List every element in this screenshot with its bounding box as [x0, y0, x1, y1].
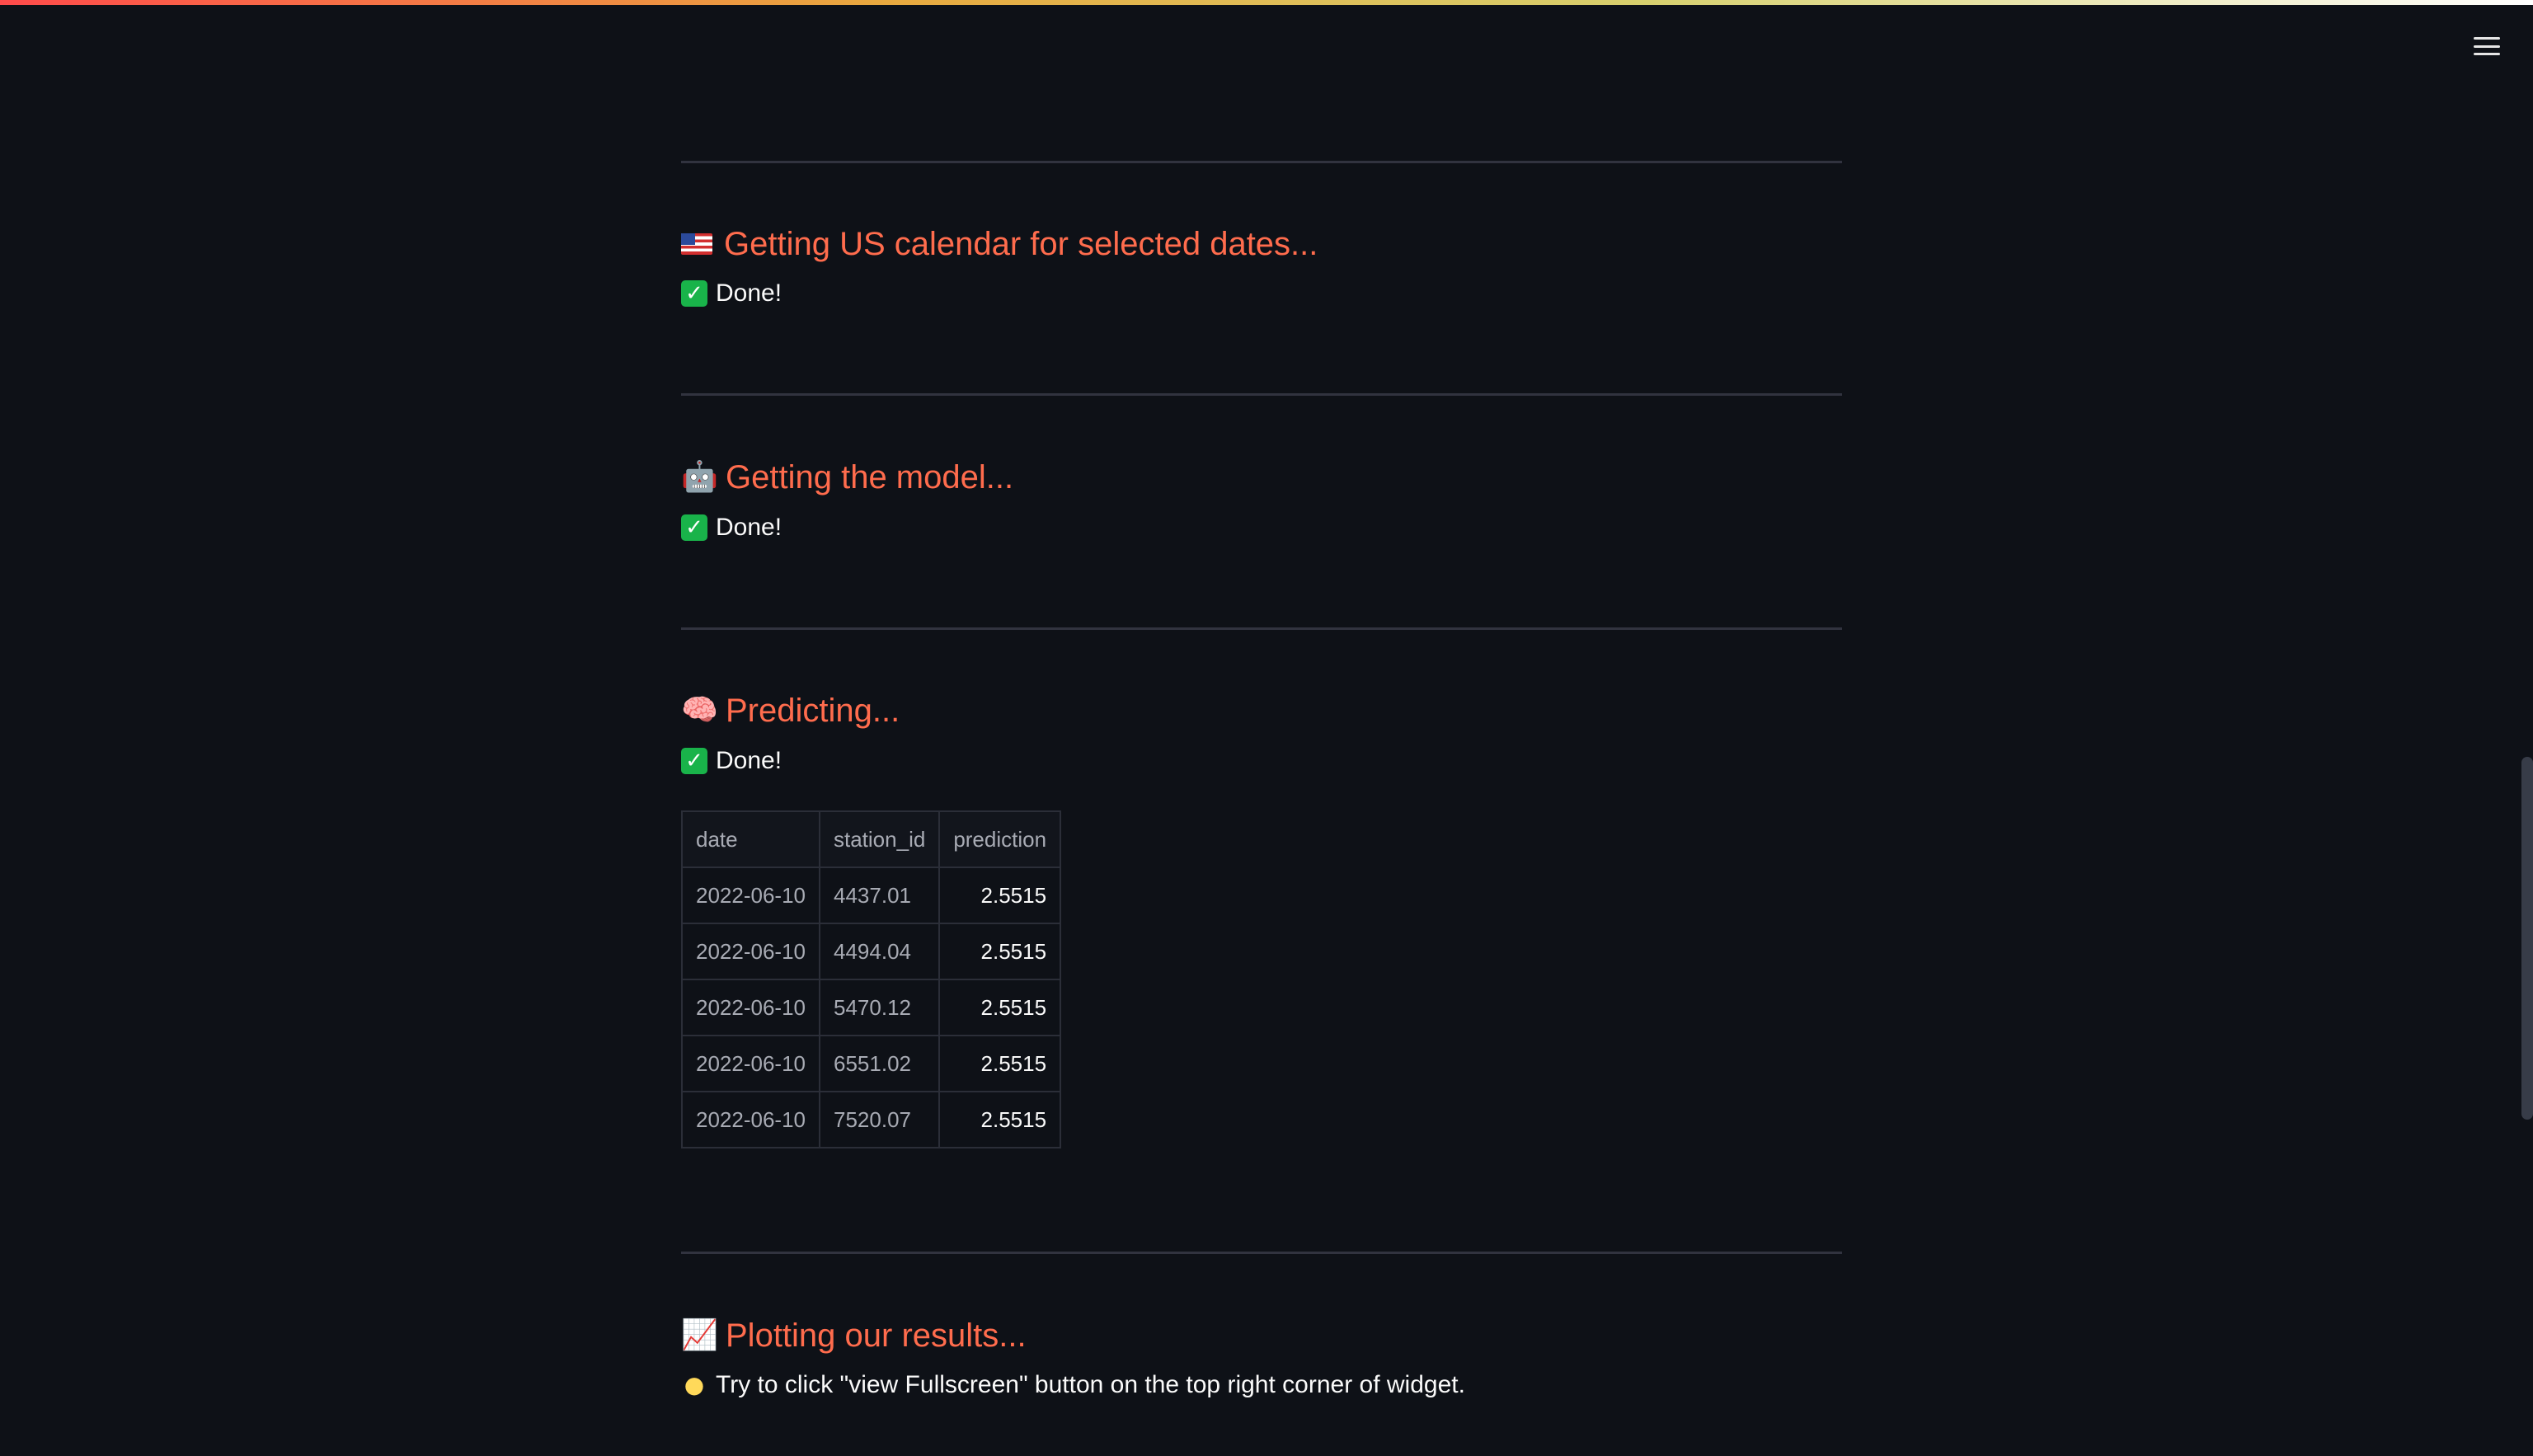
- table-row: 2022-06-10 4494.04 2.5515: [681, 923, 1062, 980]
- predict-status-text: Done!: [716, 747, 782, 774]
- chart-increasing-icon: 📈: [681, 1318, 718, 1352]
- check-mark-icon: ✓: [681, 280, 707, 307]
- model-heading: 🤖 Getting the model...: [681, 458, 1013, 497]
- cell-date[interactable]: 2022-06-10: [681, 923, 820, 980]
- table-header-row: date station_id prediction: [681, 810, 1062, 868]
- plot-heading-text: Plotting our results...: [726, 1317, 1027, 1354]
- column-header-date[interactable]: date: [681, 810, 820, 868]
- cell-date[interactable]: 2022-06-10: [681, 1091, 820, 1148]
- column-header-prediction[interactable]: prediction: [938, 810, 1062, 868]
- section-divider: [681, 627, 1842, 630]
- table-row: 2022-06-10 5470.12 2.5515: [681, 979, 1062, 1036]
- predict-status: ✓ Done!: [681, 744, 782, 777]
- main-menu-button[interactable]: [2460, 25, 2513, 68]
- cell-station-id[interactable]: 4437.01: [818, 867, 941, 924]
- column-header-station-id[interactable]: station_id: [818, 810, 941, 868]
- table-row: 2022-06-10 6551.02 2.5515: [681, 1035, 1062, 1092]
- cell-station-id[interactable]: 7520.07: [818, 1091, 941, 1148]
- model-status: ✓ Done!: [681, 511, 782, 544]
- cell-station-id[interactable]: 4494.04: [818, 923, 941, 980]
- check-mark-icon: ✓: [681, 514, 707, 541]
- light-bulb-icon: ●: [684, 1371, 705, 1398]
- cell-prediction[interactable]: 2.5515: [938, 923, 1062, 980]
- calendar-heading: Getting US calendar for selected dates..…: [681, 224, 1318, 264]
- calendar-status-text: Done!: [716, 279, 782, 307]
- table-row: 2022-06-10 4437.01 2.5515: [681, 867, 1062, 924]
- cell-date[interactable]: 2022-06-10: [681, 867, 820, 924]
- plot-heading: 📈 Plotting our results...: [681, 1316, 1027, 1355]
- calendar-heading-text: Getting US calendar for selected dates..…: [724, 226, 1318, 262]
- predict-heading: 🧠 Predicting...: [681, 691, 900, 730]
- hamburger-menu-icon: [2474, 37, 2500, 55]
- table-row: 2022-06-10 7520.07 2.5515: [681, 1091, 1062, 1148]
- cell-station-id[interactable]: 5470.12: [818, 979, 941, 1036]
- model-status-text: Done!: [716, 514, 782, 541]
- calendar-status: ✓ Done!: [681, 277, 782, 310]
- check-mark-icon: ✓: [681, 748, 707, 774]
- plot-tip: ● Try to click "view Fullscreen" button …: [681, 1369, 1465, 1402]
- section-divider: [681, 161, 1842, 163]
- section-divider: [681, 393, 1842, 396]
- predict-heading-text: Predicting...: [726, 693, 900, 729]
- model-heading-text: Getting the model...: [726, 459, 1014, 496]
- cell-date[interactable]: 2022-06-10: [681, 1035, 820, 1092]
- robot-icon: 🤖: [681, 460, 718, 494]
- us-flag-icon: [681, 233, 712, 255]
- plot-tip-text: Try to click "view Fullscreen" button on…: [716, 1371, 1465, 1398]
- section-divider: [681, 1252, 1842, 1254]
- cell-station-id[interactable]: 6551.02: [818, 1035, 941, 1092]
- cell-prediction[interactable]: 2.5515: [938, 1091, 1062, 1148]
- cell-prediction[interactable]: 2.5515: [938, 1035, 1062, 1092]
- brain-icon: 🧠: [681, 693, 718, 727]
- top-decoration-bar: [0, 0, 2533, 5]
- page-scrollbar[interactable]: [2521, 757, 2533, 1120]
- cell-prediction[interactable]: 2.5515: [938, 867, 1062, 924]
- cell-date[interactable]: 2022-06-10: [681, 979, 820, 1036]
- predictions-table[interactable]: date station_id prediction 2022-06-10 44…: [681, 810, 1062, 1148]
- cell-prediction[interactable]: 2.5515: [938, 979, 1062, 1036]
